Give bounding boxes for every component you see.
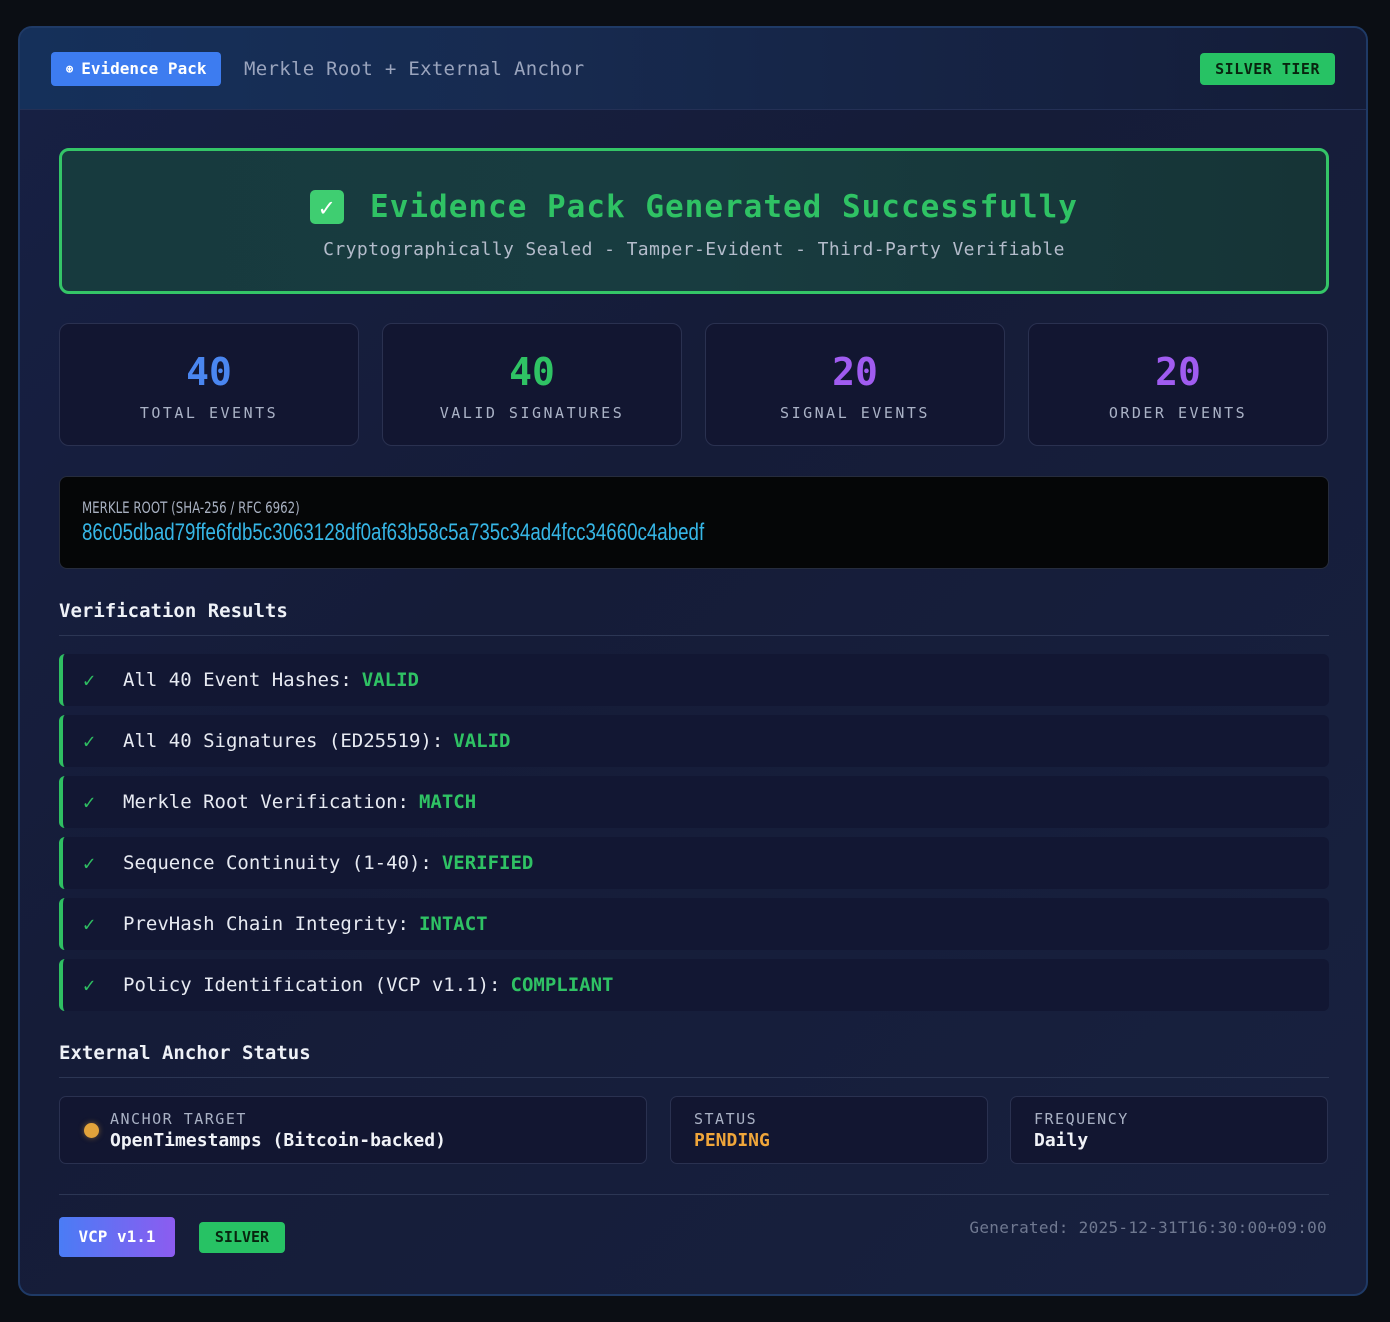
verification-status: INTACT (418, 913, 488, 935)
verification-row: ✓ Policy Identification (VCP v1.1): COMP… (59, 959, 1329, 1011)
anchor-frequency-label: FREQUENCY (1034, 1110, 1129, 1128)
stat-order-events: 20 ORDER EVENTS (1028, 323, 1328, 446)
verification-status: VALID (453, 730, 511, 752)
verification-title: Verification Results (59, 600, 288, 622)
verification-status: COMPLIANT (510, 974, 614, 996)
stat-label: TOTAL EVENTS (139, 404, 279, 422)
stat-label: ORDER EVENTS (1108, 404, 1248, 422)
vcp-version-badge: VCP v1.1 (59, 1217, 175, 1257)
success-title-row: ✓ Evidence Pack Generated Successfully (62, 189, 1326, 225)
header-subtitle: Merkle Root + External Anchor (244, 58, 585, 80)
check-icon: ✓ (83, 729, 96, 753)
header-bar: ⊛ Evidence Pack Merkle Root + External A… (20, 28, 1366, 110)
anchor-frequency-box: FREQUENCY Daily (1010, 1096, 1328, 1164)
anchor-status-value: PENDING (694, 1130, 770, 1151)
stat-value: 20 (832, 350, 878, 394)
check-icon: ✓ (83, 790, 96, 814)
stat-total-events: 40 TOTAL EVENTS (59, 323, 359, 446)
verification-row: ✓ Merkle Root Verification: MATCH (59, 776, 1329, 828)
merkle-root-label: MERKLE ROOT (SHA-256 / RFC 6962) (82, 498, 300, 517)
stat-signal-events: 20 SIGNAL EVENTS (705, 323, 1005, 446)
verification-status: VALID (361, 669, 419, 691)
stat-valid-signatures: 40 VALID SIGNATURES (382, 323, 682, 446)
success-banner: ✓ Evidence Pack Generated Successfully C… (59, 148, 1329, 294)
anchor-target-value: OpenTimestamps (Bitcoin-backed) (110, 1130, 446, 1151)
verification-text: Policy Identification (VCP v1.1): (123, 974, 501, 996)
stat-value: 40 (186, 350, 232, 394)
section-divider (59, 1077, 1329, 1078)
check-icon: ✓ (83, 851, 96, 875)
evidence-pack-tab[interactable]: ⊛ Evidence Pack (51, 52, 222, 86)
check-icon: ✓ (83, 973, 96, 997)
stat-value: 40 (509, 350, 555, 394)
stat-label: SIGNAL EVENTS (780, 404, 930, 422)
verification-row: ✓ All 40 Event Hashes: VALID (59, 654, 1329, 706)
verification-row: ✓ All 40 Signatures (ED25519): VALID (59, 715, 1329, 767)
stat-label: VALID SIGNATURES (439, 404, 625, 422)
stat-value: 20 (1155, 350, 1201, 394)
anchor-title: External Anchor Status (59, 1042, 311, 1064)
anchor-target-box: ANCHOR TARGET OpenTimestamps (Bitcoin-ba… (59, 1096, 647, 1164)
success-subtitle: Cryptographically Sealed - Tamper-Eviden… (323, 239, 1065, 260)
verification-text: Merkle Root Verification: (123, 791, 409, 813)
merkle-root-panel: MERKLE ROOT (SHA-256 / RFC 6962) 86c05db… (59, 476, 1329, 569)
verification-status: VERIFIED (441, 852, 534, 874)
check-icon: ✓ (83, 668, 96, 692)
verification-status: MATCH (418, 791, 477, 813)
verification-text: All 40 Event Hashes: (123, 669, 352, 691)
verification-row: ✓ Sequence Continuity (1-40): VERIFIED (59, 837, 1329, 889)
footer-divider (59, 1194, 1329, 1195)
anchor-status-label: STATUS (694, 1110, 758, 1128)
verification-text: PrevHash Chain Integrity: (123, 913, 409, 935)
checkmark-icon: ✓ (310, 190, 345, 224)
success-title: Evidence Pack Generated Successfully (370, 189, 1078, 225)
tier-badge: SILVER TIER (1200, 53, 1335, 85)
merkle-root-hash[interactable]: 86c05dbad79ffe6fdb5c3063128df0af63b58c5a… (82, 519, 704, 547)
section-divider (59, 635, 1329, 636)
verification-text: All 40 Signatures (ED25519): (123, 730, 444, 752)
pending-dot-icon (84, 1123, 99, 1138)
anchor-target-label: ANCHOR TARGET (110, 1110, 247, 1128)
evidence-pack-card: ⊛ Evidence Pack Merkle Root + External A… (18, 26, 1368, 1296)
check-icon: ✓ (83, 912, 96, 936)
anchor-status-box: STATUS PENDING (670, 1096, 988, 1164)
silver-badge: SILVER (199, 1222, 285, 1253)
verification-text: Sequence Continuity (1-40): (123, 852, 432, 874)
generated-timestamp: Generated: 2025-12-31T16:30:00+09:00 (969, 1218, 1327, 1237)
anchor-frequency-value: Daily (1034, 1130, 1089, 1151)
seal-icon: ⊛ (66, 62, 74, 76)
evidence-pack-label: Evidence Pack (81, 59, 207, 78)
verification-row: ✓ PrevHash Chain Integrity: INTACT (59, 898, 1329, 950)
